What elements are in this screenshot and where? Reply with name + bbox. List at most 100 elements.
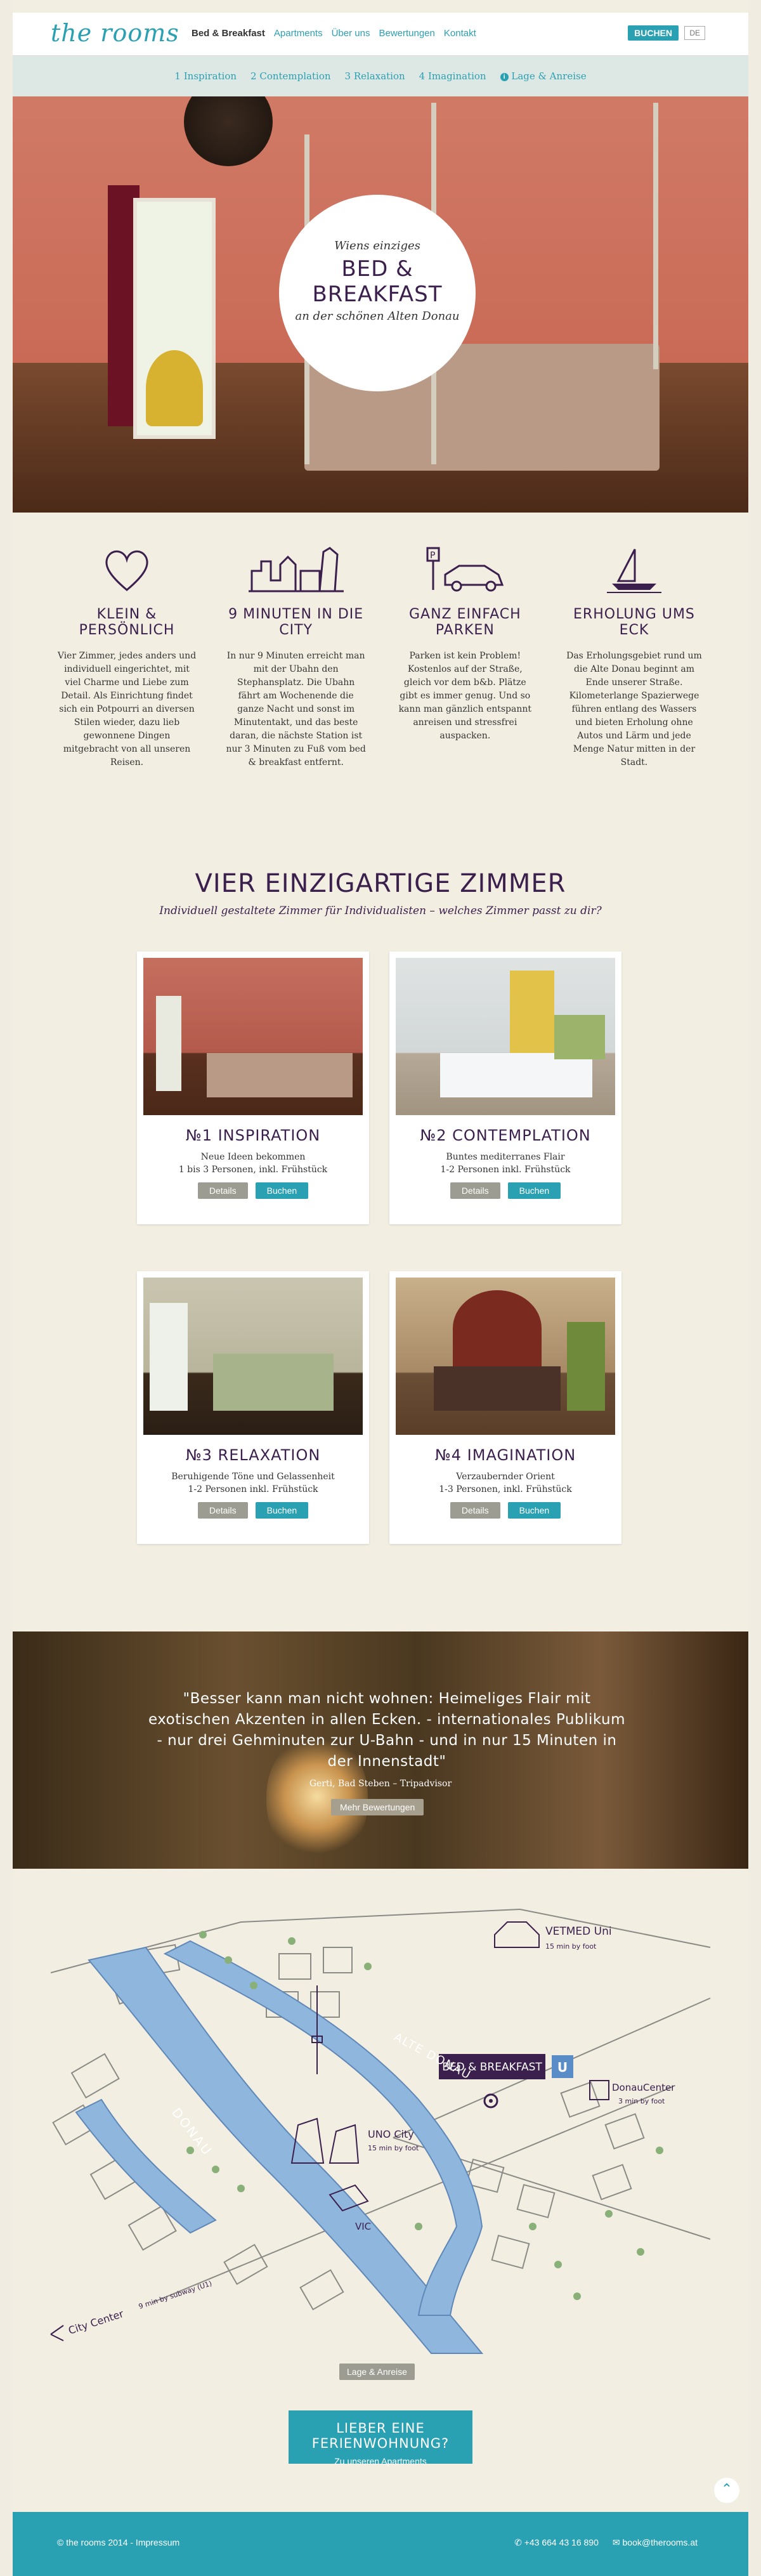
details-button[interactable]: Details [197,1502,248,1519]
footer: © the rooms 2014 - Impressum ✆ +43 664 4… [13,2512,748,2576]
details-button[interactable]: Details [450,1502,500,1519]
hero-chair [146,350,203,426]
hero-tagline-circle: Wiens einziges BED & BREAKFAST an der sc… [279,195,476,391]
book-room-button[interactable]: Buchen [507,1182,561,1199]
phone-icon: ✆ [514,2537,522,2547]
subnav-location[interactable]: i Lage & Anreise [500,70,587,82]
room-card-relaxation: №3 RELAXATION Beruhigende Töne und Gelas… [137,1271,369,1544]
feature-text: Vier Zimmer, jedes anders und individuel… [57,651,197,768]
room-card-contemplation: №2 CONTEMPLATION Buntes mediterranes Fla… [389,951,621,1224]
room-capacity: 1-3 Personen, inkl. Frühstück [439,1484,572,1494]
map-label-donaucenter: DonauCenter [612,2082,675,2093]
scroll-to-top-button[interactable]: ⌃ [714,2478,739,2503]
room-photo[interactable] [396,958,615,1115]
footer-phone[interactable]: ✆ +43 664 43 16 890 [514,2537,599,2548]
room-title: №1 INSPIRATION [185,1127,321,1144]
alte-donau-river [163,1940,483,2316]
nav-bed-breakfast[interactable]: Bed & Breakfast [192,28,265,39]
map-label-citycenter: City Center [67,2308,125,2337]
footer-copyright[interactable]: © the rooms 2014 - Impressum [57,2537,179,2547]
room-capacity: 1-2 Personen inkl. Frühstück [440,1165,571,1175]
more-reviews-button[interactable]: Mehr Bewertungen [331,1799,424,1815]
book-room-button[interactable]: Buchen [255,1502,309,1519]
room-tagline: Verzaubernder Orient [456,1472,555,1482]
room-actions: Details Buchen [389,1502,621,1519]
footer-contact: ✆ +43 664 43 16 890 ✉ book@therooms.at [514,2537,698,2548]
hero-small-text: Wiens einziges [334,239,420,252]
subnav-relaxation[interactable]: 3 Relaxation [345,70,405,82]
room-card-imagination: №4 IMAGINATION Verzaubernder Orient 1-3 … [389,1271,621,1544]
review-banner: "Besser kann man nicht wohnen: Heimelige… [13,1631,748,1869]
heart-icon [105,550,148,591]
review-author: Gerti, Bad Steben – Tripadvisor [309,1779,452,1789]
details-button[interactable]: Details [197,1182,248,1199]
map-label-vic: VIC [355,2221,371,2232]
sailboat-icon [606,549,661,593]
book-room-button[interactable]: Buchen [255,1182,309,1199]
subnav-inspiration[interactable]: 1 Inspiration [174,70,237,82]
room-tagline: Beruhigende Töne und Gelassenheit [171,1472,335,1482]
city-icon [248,547,344,592]
room-actions: Details Buchen [137,1502,369,1519]
footer-email[interactable]: ✉ book@therooms.at [613,2537,698,2548]
feature-recreation: ERHOLUNG UMS ECK Das Erholungsgebiet run… [558,546,710,769]
room-actions: Details Buchen [137,1182,369,1199]
feature-title: GANZ EINFACH PARKEN [408,606,521,638]
room-tagline: Buntes mediterranes Flair [446,1152,565,1162]
rooms-section-subtitle: Individuell gestaltete Zimmer für Indivi… [159,905,602,917]
footer-email-address: book@therooms.at [622,2537,698,2547]
footer-phone-number: +43 664 43 16 890 [524,2537,599,2547]
hero-subtitle: an der schönen Alten Donau [295,310,460,323]
site-logo[interactable]: the rooms [51,19,179,47]
room-actions: Details Buchen [389,1182,621,1199]
subnav-contemplation[interactable]: 2 Contemplation [250,70,330,82]
nav-about[interactable]: Über uns [332,28,370,39]
book-button[interactable]: BUCHEN [628,25,679,41]
cta-subtitle: Zu unseren Apartments [334,2456,427,2466]
nav-reviews[interactable]: Bewertungen [379,28,434,39]
room-capacity: 1 bis 3 Personen, inkl. Frühstück [178,1165,328,1175]
book-room-button[interactable]: Buchen [507,1502,561,1519]
cta-title: LIEBER EINE FERIENWOHNUNG? [311,2421,450,2451]
parking-car-icon: P [426,547,504,592]
map-label-donaucenter-time: 3 min by foot [618,2097,665,2105]
arrow-left-icon [50,2325,64,2341]
citycenter-marker: City Center 9 min by subway (U1) [50,2279,213,2341]
nav-apartments[interactable]: Apartments [274,28,323,39]
rooms-section-title: VIER EINZIGARTIGE ZIMMER [195,869,566,898]
map-label-unocity-time: 15 min by foot [368,2144,419,2152]
room-title: №3 RELAXATION [185,1446,321,1464]
room-tagline: Neue Ideen bekommen [200,1152,306,1162]
mail-icon: ✉ [612,2537,620,2547]
room-title: №2 CONTEMPLATION [420,1127,591,1144]
location-map: BED & BREAKFAST U VETMED Uni 15 min by f… [50,1908,711,2354]
room-photo[interactable] [396,1278,615,1435]
nav-contact[interactable]: Kontakt [444,28,476,39]
feature-small-personal: KLEIN & PERSÖNLICH Vier Zimmer, jedes an… [51,546,203,769]
svg-text:P: P [430,551,435,561]
features-row: KLEIN & PERSÖNLICH Vier Zimmer, jedes an… [51,546,710,769]
donaucenter-marker: DonauCenter 3 min by foot [589,2080,675,2105]
feature-text: Das Erholungsgebiet rund um die Alte Don… [566,651,702,768]
room-photo[interactable] [143,958,363,1115]
page: the rooms Bed & Breakfast Apartments Übe… [13,0,748,2576]
room-description: Buntes mediterranes Flair 1-2 Personen i… [389,1151,621,1176]
room-photo[interactable] [143,1278,363,1435]
chevron-up-icon: ⌃ [720,2481,733,2497]
hero-title-line2: BREAKFAST [312,282,443,307]
subnav-imagination[interactable]: 4 Imagination [419,70,486,82]
bed-post [653,103,658,369]
feature-title: 9 MINUTEN IN DIE CITY [228,606,364,638]
info-icon: i [500,72,509,81]
language-switch[interactable]: DE [684,26,705,40]
details-button[interactable]: Details [450,1182,500,1199]
bnb-marker: BED & BREAKFAST U [439,2054,573,2109]
location-directions-button[interactable]: Lage & Anreise [339,2364,415,2380]
apartments-cta-button[interactable]: LIEBER EINE FERIENWOHNUNG? Zu unseren Ap… [289,2410,472,2466]
map-label-citycenter-time: 9 min by subway (U1) [138,2279,213,2311]
feature-title: KLEIN & PERSÖNLICH [79,606,175,638]
main-nav: Bed & Breakfast Apartments Über uns Bewe… [192,28,476,39]
room-subnav: 1 Inspiration 2 Contemplation 3 Relaxati… [13,56,748,96]
feature-text: Parken ist kein Problem! Kostenlos auf d… [398,651,532,741]
map-label-vetmed: VETMED Uni [545,1925,612,1938]
